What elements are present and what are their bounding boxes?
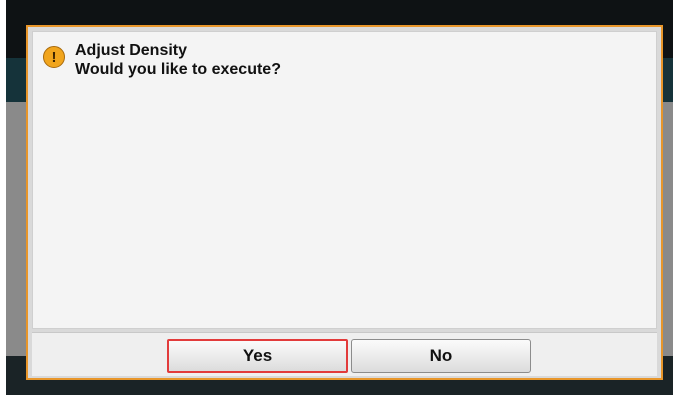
dialog-message: Would you like to execute? — [75, 61, 281, 78]
no-button[interactable]: No — [351, 339, 531, 373]
dialog-message-area: ! Adjust Density Would you like to execu… — [32, 31, 657, 329]
dialog-button-bar: Yes No — [32, 332, 657, 376]
dialog-title: Adjust Density — [75, 42, 188, 59]
yes-button[interactable]: Yes — [167, 339, 348, 373]
confirmation-dialog: ! Adjust Density Would you like to execu… — [26, 25, 663, 380]
warning-icon: ! — [43, 46, 65, 68]
printer-panel-screen: ! Adjust Density Would you like to execu… — [6, 0, 673, 395]
